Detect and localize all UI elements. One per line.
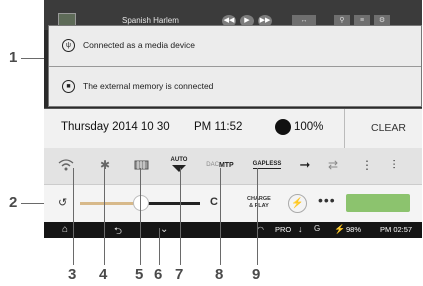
- callout-4-line: [104, 168, 105, 265]
- callout-1: 1: [9, 49, 18, 66]
- gain-icon: G: [314, 224, 321, 233]
- charge-label-line2: & PLAY: [249, 203, 269, 209]
- clock: PM 02:57: [380, 225, 413, 234]
- battery-charging-icon: ⚡: [334, 224, 346, 234]
- notification-text: The external memory is connected: [83, 81, 214, 91]
- auto-label: AUTO: [170, 157, 188, 163]
- auto-brightness-icon[interactable]: ↺: [58, 196, 67, 209]
- green-action-button[interactable]: [346, 194, 410, 212]
- date-label: Thursday 2014 10 30: [61, 121, 170, 133]
- equalizer-sliders-icon[interactable]: ⫶: [386, 154, 402, 176]
- gapless-toggle[interactable]: GAPLESS: [250, 154, 284, 176]
- callout-8: 8: [215, 266, 224, 283]
- quick-settings-row: ✱ AUTO DAC MTP GAPLESS ➞ ⇄ ⋮ ⫶: [44, 148, 422, 184]
- callout-2: 2: [9, 194, 18, 211]
- brightness-track-filled: [80, 202, 140, 205]
- song-title: Spanish Harlem: [122, 16, 179, 25]
- download-icon: ↓: [298, 224, 303, 234]
- home-icon[interactable]: ⌂: [62, 224, 68, 235]
- time-label: PM 11:52: [194, 121, 243, 133]
- usb-icon: ψ: [62, 38, 75, 52]
- divider: [344, 109, 345, 149]
- callout-1-line: [21, 58, 45, 59]
- navigation-bar: ⌂ ⮌ ⌄ ◠ PRO ↓ G ⚡ 98% PM 02:57: [44, 222, 422, 238]
- callout-9-line: [257, 168, 258, 265]
- line-out-icon[interactable]: [132, 154, 150, 176]
- equalizer-bars-icon[interactable]: ⋮: [360, 154, 374, 176]
- notification-usb[interactable]: ψ Connected as a media device: [49, 26, 421, 64]
- notification-text: Connected as a media device: [83, 40, 195, 50]
- brightness-slider-thumb[interactable]: [133, 195, 149, 211]
- auto-lock-toggle[interactable]: AUTO: [166, 154, 192, 176]
- pro-label: PRO: [275, 225, 292, 234]
- notification-memory[interactable]: ■ The external memory is connected: [49, 66, 421, 105]
- status-row: Thursday 2014 10 30 PM 11:52 100% CLEAR: [44, 108, 422, 150]
- callout-7-line: [180, 168, 181, 265]
- battery-status: 98%: [346, 225, 362, 234]
- mtp-label: MTP: [218, 161, 234, 169]
- more-icon[interactable]: •••: [318, 192, 336, 208]
- battery-percent: 100%: [294, 121, 324, 133]
- callout-6-line: [159, 228, 160, 265]
- wifi-status-icon: ◠: [257, 225, 264, 234]
- brightness-track-empty: [140, 202, 200, 205]
- callout-3: 3: [68, 266, 77, 283]
- callout-7: 7: [175, 266, 184, 283]
- c-icon[interactable]: C: [210, 196, 218, 208]
- callout-6: 6: [154, 266, 163, 283]
- callout-5-line: [140, 168, 141, 265]
- dac-label: DAC: [206, 161, 219, 168]
- callout-8-line: [220, 168, 221, 265]
- callout-3-line: [73, 168, 74, 265]
- brightness-row: ↺ C CHARGE & PLAY ⚡ •••: [44, 184, 422, 223]
- bluetooth-icon[interactable]: ✱: [96, 154, 114, 176]
- arrow-right-icon[interactable]: ➞: [296, 154, 314, 176]
- battery-icon: [275, 119, 291, 135]
- repeat-icon[interactable]: ⇄: [324, 154, 342, 176]
- device-screen: Spanish Harlem ◀◀ ▶ ▶▶ ↔ ⚲ ≡ ⚙ ψ Connect…: [44, 0, 422, 238]
- chevron-down-icon[interactable]: ⌄: [160, 224, 168, 235]
- callout-5: 5: [135, 266, 144, 283]
- callout-4: 4: [99, 266, 108, 283]
- bolt-icon[interactable]: ⚡: [288, 194, 307, 213]
- memory-card-icon: ■: [62, 79, 75, 93]
- charge-play-toggle[interactable]: CHARGE & PLAY: [247, 196, 271, 210]
- charge-label-line1: CHARGE: [247, 196, 271, 202]
- notification-panel: ψ Connected as a media device ■ The exte…: [48, 25, 422, 107]
- back-icon[interactable]: ⮌: [114, 224, 122, 238]
- auto-lock-icon: [172, 165, 186, 172]
- clear-button[interactable]: CLEAR: [371, 122, 406, 134]
- callout-9: 9: [252, 266, 261, 283]
